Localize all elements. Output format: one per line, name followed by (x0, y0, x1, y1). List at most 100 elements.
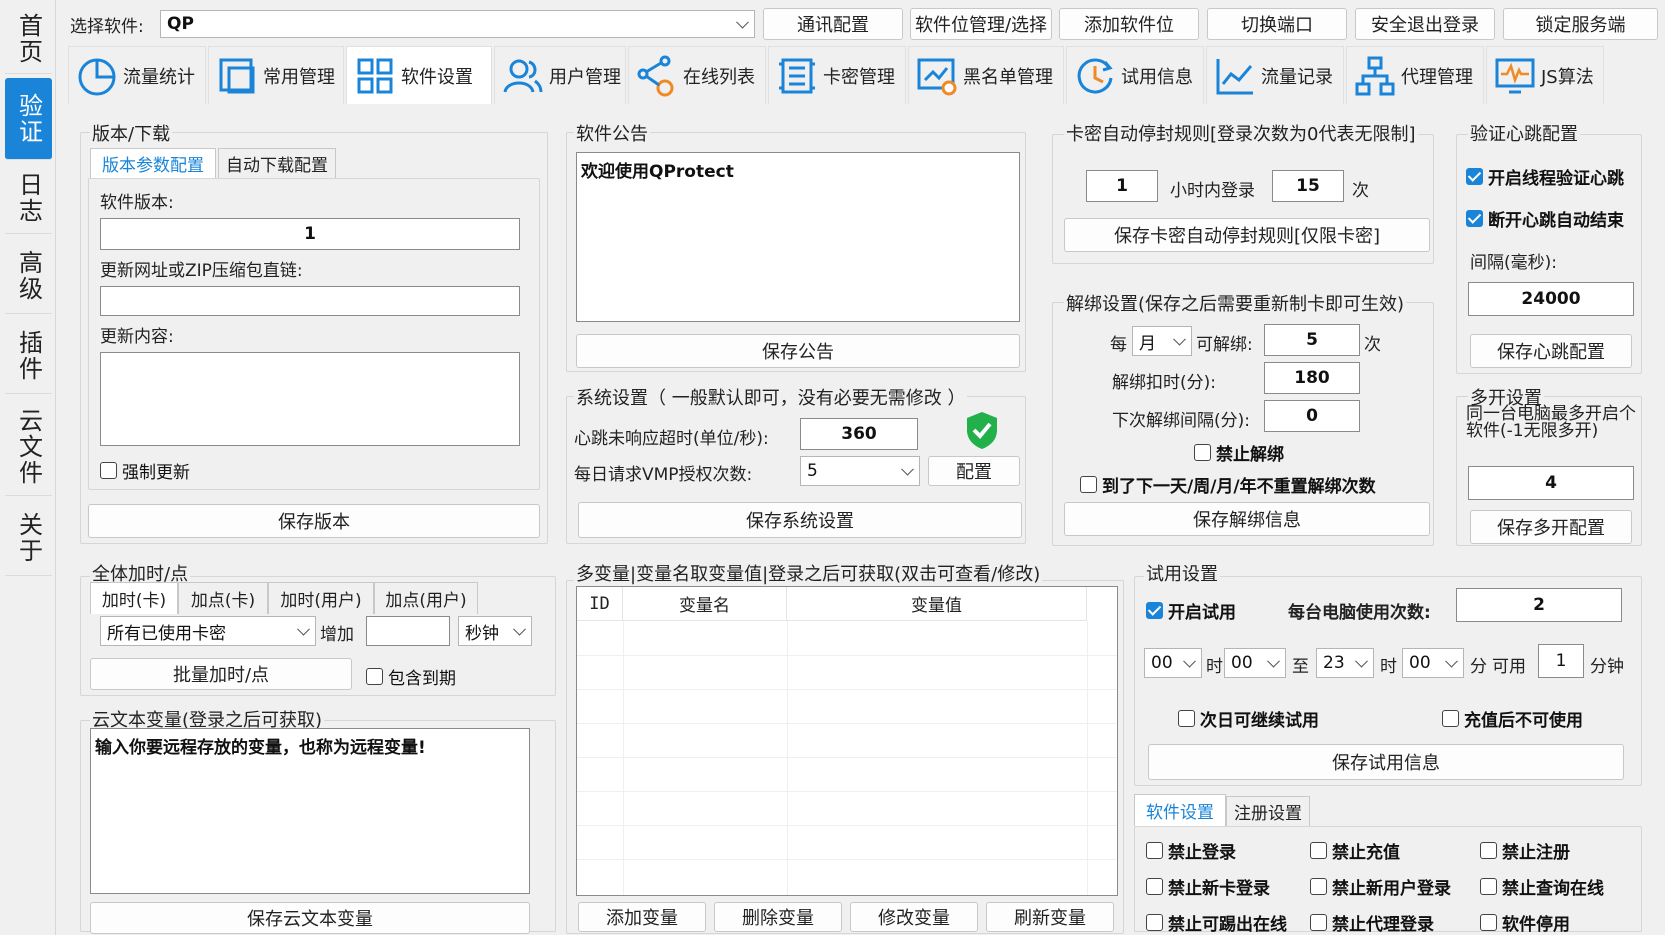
force-update-checkbox[interactable]: 强制更新 (100, 458, 190, 483)
tab-register-settings[interactable]: 注册设置 (1226, 796, 1310, 826)
sidebar-item-advanced[interactable]: 高级 (5, 238, 52, 314)
save-cloud-text-button[interactable]: 保存云文本变量 (90, 902, 530, 934)
tab-proxy-manage[interactable]: 代理管理 (1346, 46, 1484, 104)
tab-user-manage[interactable]: 用户管理 (494, 46, 626, 104)
chevron-down-icon (297, 622, 310, 636)
heartbeat-interval-input[interactable]: 24000 (1468, 282, 1634, 316)
save-trial-button[interactable]: 保存试用信息 (1148, 744, 1624, 780)
tab-soft-settings[interactable]: 软件设置 (1134, 794, 1226, 826)
trial-min-label: 分 (1470, 657, 1487, 677)
unbind-deduct-input[interactable]: 180 (1264, 362, 1360, 394)
tab-trial-info[interactable]: 试用信息 (1066, 46, 1204, 104)
software-disabled-label: 软件停用 (1502, 915, 1570, 935)
sidebar-item-cloud-file[interactable]: 云文件 (5, 398, 52, 496)
batch-unit-select[interactable]: 秒钟 (458, 616, 532, 646)
save-system-button[interactable]: 保存系统设置 (578, 502, 1022, 538)
trial-end-min-select[interactable]: 00 (1402, 648, 1464, 678)
batch-add-button[interactable]: 批量加时/点 (90, 658, 352, 690)
sidebar-item-home[interactable]: 首页 (5, 4, 52, 74)
update-content-label: 更新内容: (100, 327, 174, 347)
batch-add-input[interactable] (366, 616, 450, 646)
forbid-kick-online-checkbox[interactable]: 禁止可踢出在线 (1146, 910, 1287, 935)
tab-auto-download[interactable]: 自动下载配置 (218, 148, 336, 178)
unbind-interval-input[interactable]: 0 (1264, 400, 1360, 432)
tab-common-manage[interactable]: 常用管理 (208, 46, 344, 104)
cloud-text-textarea[interactable]: 输入你要远程存放的变量，也称为远程变量! (90, 728, 530, 894)
thread-heartbeat-checkbox[interactable]: 开启线程验证心跳 (1466, 164, 1624, 189)
update-content-textarea[interactable] (100, 352, 520, 446)
tab-add-time-card[interactable]: 加时(卡) (90, 582, 178, 614)
forbid-unbind-checkbox[interactable]: 禁止解绑 (1194, 440, 1284, 465)
add-software-slot-button[interactable]: 添加软件位 (1059, 8, 1199, 40)
trial-end-hour-label: 时 (1380, 657, 1397, 677)
vmp-auth-select[interactable]: 5 (800, 456, 920, 486)
software-disabled-checkbox[interactable]: 软件停用 (1480, 910, 1570, 935)
save-multi-button[interactable]: 保存多开配置 (1470, 510, 1632, 544)
refresh-variable-button[interactable]: 刷新变量 (986, 902, 1114, 932)
save-heartbeat-button[interactable]: 保存心跳配置 (1470, 334, 1632, 368)
switch-port-button[interactable]: 切换端口 (1207, 8, 1347, 40)
software-slot-manage-button[interactable]: 软件位管理/选择 (910, 8, 1052, 40)
comm-config-button[interactable]: 通讯配置 (763, 8, 903, 40)
trial-usable-input[interactable]: 1 (1538, 644, 1584, 678)
tab-online-list[interactable]: 在线列表 (628, 46, 766, 104)
save-unbind-button[interactable]: 保存解绑信息 (1064, 502, 1430, 536)
forbid-proxy-login-checkbox[interactable]: 禁止代理登录 (1310, 910, 1434, 935)
forbid-new-card-login-checkbox[interactable]: 禁止新卡登录 (1146, 874, 1270, 899)
tab-software-settings[interactable]: 软件设置 (346, 46, 492, 104)
card-rule-times-input[interactable]: 15 (1272, 170, 1344, 202)
save-notice-button[interactable]: 保存公告 (576, 334, 1020, 368)
tab-version-params[interactable]: 版本参数配置 (90, 148, 216, 178)
lock-server-button[interactable]: 锁定服务端 (1503, 8, 1658, 40)
multi-open-input[interactable]: 4 (1468, 466, 1634, 500)
safe-logout-button[interactable]: 安全退出登录 (1355, 8, 1495, 40)
per-pc-input[interactable]: 2 (1456, 588, 1622, 622)
notice-textarea[interactable]: 欢迎使用QProtect (576, 152, 1020, 322)
next-day-trial-checkbox[interactable]: 次日可继续试用 (1178, 706, 1319, 731)
edit-variable-button[interactable]: 修改变量 (850, 902, 978, 932)
forbid-new-user-login-checkbox[interactable]: 禁止新用户登录 (1310, 874, 1451, 899)
column-var-name[interactable]: 变量名 (623, 587, 787, 621)
sidebar-item-verify[interactable]: 验证 (5, 78, 52, 160)
tab-traffic-log[interactable]: 流量记录 (1206, 46, 1344, 104)
heartbeat-timeout-input[interactable]: 360 (800, 418, 918, 450)
unbind-period-select[interactable]: 月 (1132, 326, 1192, 356)
enable-trial-checkbox[interactable]: 开启试用 (1146, 598, 1236, 623)
sidebar-item-about[interactable]: 关于 (5, 500, 52, 576)
vmp-config-button[interactable]: 配置 (928, 456, 1020, 486)
include-expired-checkbox[interactable]: 包含到期 (366, 664, 456, 689)
tab-blacklist-manage[interactable]: 黑名单管理 (908, 46, 1064, 104)
variables-table[interactable]: ID 变量名 变量值 (576, 586, 1118, 896)
no-reset-unbind-checkbox[interactable]: 到了下一天/周/月/年不重置解绑次数 (1080, 472, 1376, 497)
auto-end-checkbox[interactable]: 断开心跳自动结束 (1466, 206, 1624, 231)
sidebar-item-plugin[interactable]: 插件 (5, 318, 52, 394)
tab-card-manage[interactable]: 卡密管理 (768, 46, 906, 104)
tab-add-points-card[interactable]: 加点(卡) (178, 582, 268, 614)
batch-target-select[interactable]: 所有已使用卡密 (100, 616, 316, 646)
forbid-recharge-checkbox[interactable]: 禁止充值 (1310, 838, 1400, 863)
sidebar-item-log[interactable]: 日志 (5, 162, 52, 234)
column-var-value[interactable]: 变量值 (787, 587, 1087, 621)
version-input[interactable]: 1 (100, 218, 520, 250)
software-select[interactable]: QP (160, 10, 755, 38)
forbid-query-online-checkbox[interactable]: 禁止查询在线 (1480, 874, 1604, 899)
trial-start-hour-select[interactable]: 00 (1144, 648, 1202, 678)
trial-end-hour-select[interactable]: 23 (1316, 648, 1374, 678)
save-version-button[interactable]: 保存版本 (88, 504, 540, 538)
tab-js-algorithm[interactable]: JS算法 (1486, 46, 1604, 104)
no-after-recharge-checkbox[interactable]: 充值后不可使用 (1442, 706, 1583, 731)
add-variable-button[interactable]: 添加变量 (578, 902, 706, 932)
can-unbind-input[interactable]: 5 (1264, 324, 1360, 356)
column-id[interactable]: ID (577, 587, 623, 621)
tab-traffic-stats[interactable]: 流量统计 (68, 46, 206, 104)
save-card-rule-button[interactable]: 保存卡密自动停封规则[仅限卡密] (1064, 218, 1430, 252)
update-url-input[interactable] (100, 286, 520, 316)
tab-add-time-user[interactable]: 加时(用户) (268, 582, 374, 614)
checkbox-box (1146, 842, 1163, 859)
trial-start-min-select[interactable]: 00 (1224, 648, 1286, 678)
forbid-login-checkbox[interactable]: 禁止登录 (1146, 838, 1236, 863)
forbid-register-checkbox[interactable]: 禁止注册 (1480, 838, 1570, 863)
tab-add-points-user[interactable]: 加点(用户) (374, 582, 478, 614)
card-rule-hours-input[interactable]: 1 (1086, 170, 1158, 202)
delete-variable-button[interactable]: 删除变量 (714, 902, 842, 932)
